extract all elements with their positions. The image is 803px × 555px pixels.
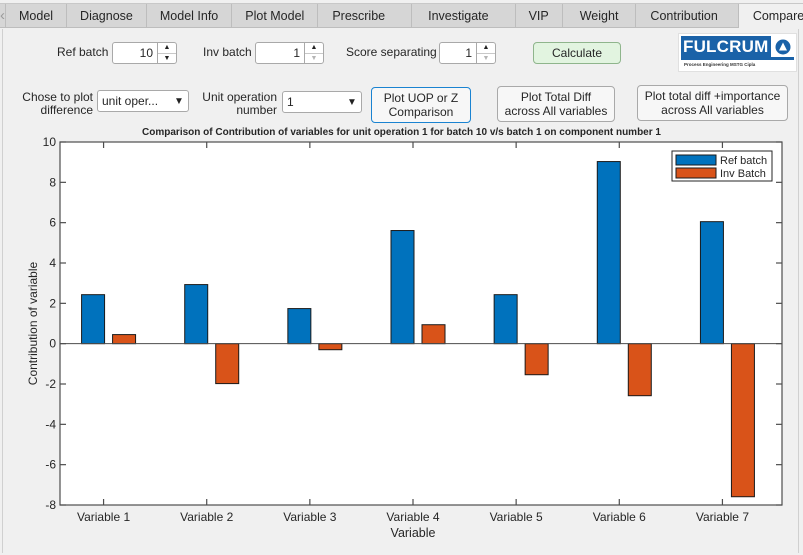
bar-ref-batch-5	[493, 294, 518, 345]
y-tick-label: 4	[49, 256, 56, 270]
x-tick-label: Variable 4	[386, 510, 439, 524]
legend-label-inv-batch: Inv Batch	[720, 168, 766, 180]
legend-swatch-ref-batch	[675, 154, 717, 166]
bar-inv-batch-1	[112, 334, 137, 345]
bar-inv-batch-3	[318, 343, 343, 351]
x-tick-label: Variable 6	[593, 510, 646, 524]
legend-label-ref-batch: Ref batch	[720, 155, 767, 167]
y-axis-label: Contribution of variable	[26, 261, 40, 385]
bar-inv-batch-6	[627, 343, 652, 397]
contribution-bar-chart: -8 -6 -4 -2 0 2 4 6 8 10 Variable 1 Variable 2 Vari…	[26, 135, 783, 540]
x-axis-label: Variable	[391, 526, 436, 540]
bar-ref-batch-6	[596, 161, 621, 345]
y-tick-label: -2	[45, 377, 56, 391]
bar-inv-batch-7	[730, 343, 755, 498]
y-tick-label: 6	[49, 216, 56, 230]
x-tick-label: Variable 5	[490, 510, 543, 524]
legend-swatch-inv-batch	[675, 167, 717, 179]
bar-inv-batch-2	[215, 343, 240, 385]
x-tick-label: Variable 2	[180, 510, 233, 524]
bar-ref-batch-7	[699, 221, 724, 345]
bar-inv-batch-4	[421, 324, 446, 345]
y-tick-label: 10	[43, 135, 57, 149]
bar-ref-batch-2	[184, 284, 209, 345]
bar-ref-batch-1	[81, 294, 106, 345]
x-tick-label: Variable 1	[77, 510, 130, 524]
bar-inv-batch-5	[524, 343, 549, 376]
x-tick-label: Variable 3	[283, 510, 336, 524]
y-tick-label: 2	[49, 296, 56, 310]
y-tick-label: -6	[45, 458, 56, 472]
y-tick-label: -8	[45, 498, 56, 512]
y-tick-label: 0	[49, 337, 56, 351]
y-tick-label: 8	[49, 175, 56, 189]
plot-area	[60, 142, 782, 505]
bar-ref-batch-3	[287, 308, 312, 345]
x-tick-label: Variable 7	[696, 510, 749, 524]
y-tick-label: -4	[45, 417, 56, 431]
bar-ref-batch-4	[390, 230, 415, 345]
chart-legend: Ref batchInv Batch	[671, 150, 773, 182]
